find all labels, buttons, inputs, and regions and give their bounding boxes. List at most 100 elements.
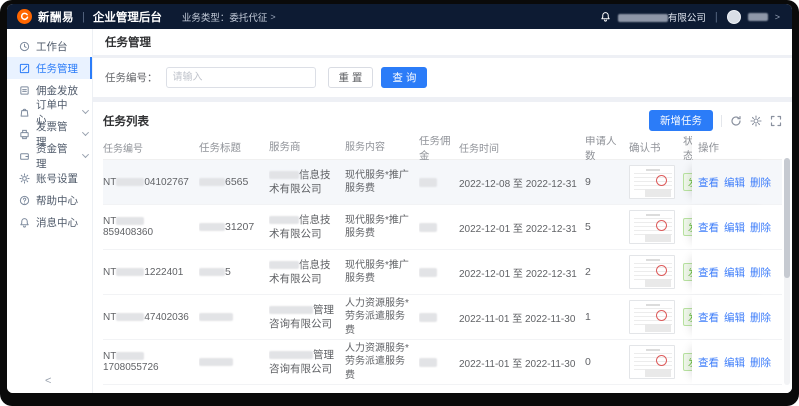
add-task-button[interactable]: 新增任务: [649, 110, 713, 131]
col-period: 任务时间: [459, 140, 585, 155]
col-task-no: 任务编号: [103, 140, 199, 155]
confirmation-doc-thumbnail[interactable]: [629, 210, 675, 244]
chevron-right-icon: >: [270, 12, 275, 22]
help-question-icon: [19, 195, 30, 206]
col-task-title: 任务标题: [199, 140, 269, 155]
user-divider: |: [715, 11, 718, 23]
navbar-user-area: 有限公司 | >: [600, 10, 780, 24]
redacted-task-no: [116, 352, 144, 360]
window-frame: 新酬易 | 企业管理后台 业务类型：委托代征 > 有限公司 | > 工作台: [0, 0, 799, 406]
brand-area: 新酬易 | 企业管理后台 业务类型：委托代征 >: [17, 9, 276, 25]
redacted-title: [199, 223, 225, 231]
delete-link[interactable]: 删除: [750, 220, 771, 235]
task-no-label: 任务编号：: [105, 70, 158, 85]
chevron-down-icon: [82, 151, 89, 158]
app-title: 企业管理后台: [93, 9, 162, 25]
notification-bell-icon[interactable]: [600, 11, 611, 22]
main-area: 任务管理 任务编号： 重 置 查 询 任务列表 新增任务: [93, 29, 792, 393]
user-menu-chevron-icon[interactable]: >: [775, 12, 780, 22]
delete-link[interactable]: 删除: [750, 310, 771, 325]
filter-bar: 任务编号： 重 置 查 询: [93, 58, 792, 97]
sidebar-item-account-settings[interactable]: 账号设置: [7, 167, 92, 189]
redacted-company-name: [618, 14, 668, 22]
table-settings-gear-icon[interactable]: [750, 115, 762, 127]
redacted-provider: [269, 306, 313, 314]
chevron-down-icon: [82, 129, 89, 136]
commission-icon: [19, 85, 30, 96]
redacted-task-no: [116, 217, 144, 225]
redacted-provider: [269, 171, 299, 179]
dashboard-icon: [19, 41, 30, 52]
sidebar-item-help-center[interactable]: 帮助中心: [7, 189, 92, 211]
bell-icon: [19, 217, 30, 228]
col-fee: 任务佣金: [419, 136, 459, 163]
redacted-user-name: [748, 13, 768, 21]
redacted-provider: [269, 216, 299, 224]
table-header-row: 任务编号 任务标题 服务商 服务内容 任务佣金 任务时间 申请人数 确认书 状态…: [103, 136, 782, 160]
confirmation-doc-thumbnail[interactable]: [629, 165, 675, 199]
view-link[interactable]: 查看: [698, 265, 719, 280]
redacted-task-no: [116, 268, 144, 276]
edit-link[interactable]: 编辑: [724, 175, 745, 190]
col-applicants: 申请人数: [585, 136, 629, 163]
confirmation-doc-thumbnail[interactable]: [629, 255, 675, 289]
list-title: 任务列表: [103, 113, 149, 129]
edit-link[interactable]: 编辑: [724, 220, 745, 235]
view-link[interactable]: 查看: [698, 175, 719, 190]
task-edit-icon: [19, 63, 30, 74]
fullscreen-icon[interactable]: [770, 115, 782, 127]
delete-link[interactable]: 删除: [750, 265, 771, 280]
page-title: 任务管理: [93, 29, 792, 55]
edit-link[interactable]: 编辑: [724, 265, 745, 280]
sidebar: 工作台 任务管理 佣金发放 订单中心 发票管理 资金管: [7, 29, 93, 393]
table-row: NT1222401 5 信息技术有限公司 现代服务*推广服务费 2022-12-…: [103, 250, 782, 295]
invoice-printer-icon: [19, 129, 30, 140]
col-actions: 操作: [692, 136, 776, 159]
brand-divider: |: [82, 11, 85, 23]
redacted-fee: [419, 178, 437, 187]
edit-link[interactable]: 编辑: [724, 355, 745, 370]
confirmation-doc-thumbnail[interactable]: [629, 300, 675, 334]
search-button[interactable]: 查 询: [381, 67, 427, 88]
sidebar-item-message-center[interactable]: 消息中心: [7, 211, 92, 233]
brand-logo-icon: [17, 9, 32, 24]
col-service: 服务内容: [345, 141, 419, 155]
app-screen: 新酬易 | 企业管理后台 业务类型：委托代征 > 有限公司 | > 工作台: [7, 4, 792, 393]
redacted-fee: [419, 313, 437, 322]
sidebar-item-workbench[interactable]: 工作台: [7, 35, 92, 57]
table-scrollbar-thumb[interactable]: [784, 158, 790, 278]
view-link[interactable]: 查看: [698, 355, 719, 370]
redacted-task-no: [116, 178, 144, 186]
table-row: NT04102767 6565 信息技术有限公司 现代服务*推广服务费 2022…: [103, 160, 782, 205]
top-navbar: 新酬易 | 企业管理后台 业务类型：委托代征 > 有限公司 | >: [7, 4, 792, 29]
redacted-task-no: [116, 313, 144, 321]
delete-link[interactable]: 删除: [750, 355, 771, 370]
redacted-fee: [419, 268, 437, 277]
business-type-selector[interactable]: 业务类型：委托代征 >: [182, 10, 276, 24]
refresh-icon[interactable]: [730, 115, 742, 127]
toolbar-divider: [721, 115, 722, 127]
col-confirmation: 确认书: [629, 140, 683, 155]
sidebar-item-task-management[interactable]: 任务管理: [7, 57, 92, 79]
redacted-provider: [269, 351, 313, 359]
view-link[interactable]: 查看: [698, 310, 719, 325]
task-list-card: 任务列表 新增任务 任务编号 任务标题 服务商 服: [93, 102, 792, 393]
confirmation-doc-thumbnail[interactable]: [629, 345, 675, 379]
redacted-provider: [269, 261, 299, 269]
edit-link[interactable]: 编辑: [724, 310, 745, 325]
user-avatar[interactable]: [727, 10, 741, 24]
redacted-title: [199, 178, 225, 186]
redacted-title: [199, 313, 233, 321]
table-row: NT859408360 31207 信息技术有限公司 现代服务*推广服务费 20…: [103, 205, 782, 250]
sidebar-item-funds[interactable]: 资金管理: [7, 145, 92, 167]
view-link[interactable]: 查看: [698, 220, 719, 235]
task-no-input[interactable]: [166, 67, 316, 88]
delete-link[interactable]: 删除: [750, 175, 771, 190]
brand-name: 新酬易: [38, 9, 74, 25]
business-type-label: 业务类型：委托代征: [182, 10, 268, 24]
sidebar-collapse-button[interactable]: <: [45, 375, 51, 387]
company-name[interactable]: 有限公司: [618, 10, 706, 24]
reset-button[interactable]: 重 置: [328, 67, 374, 88]
gear-icon: [19, 173, 30, 184]
redacted-title: [199, 268, 225, 276]
